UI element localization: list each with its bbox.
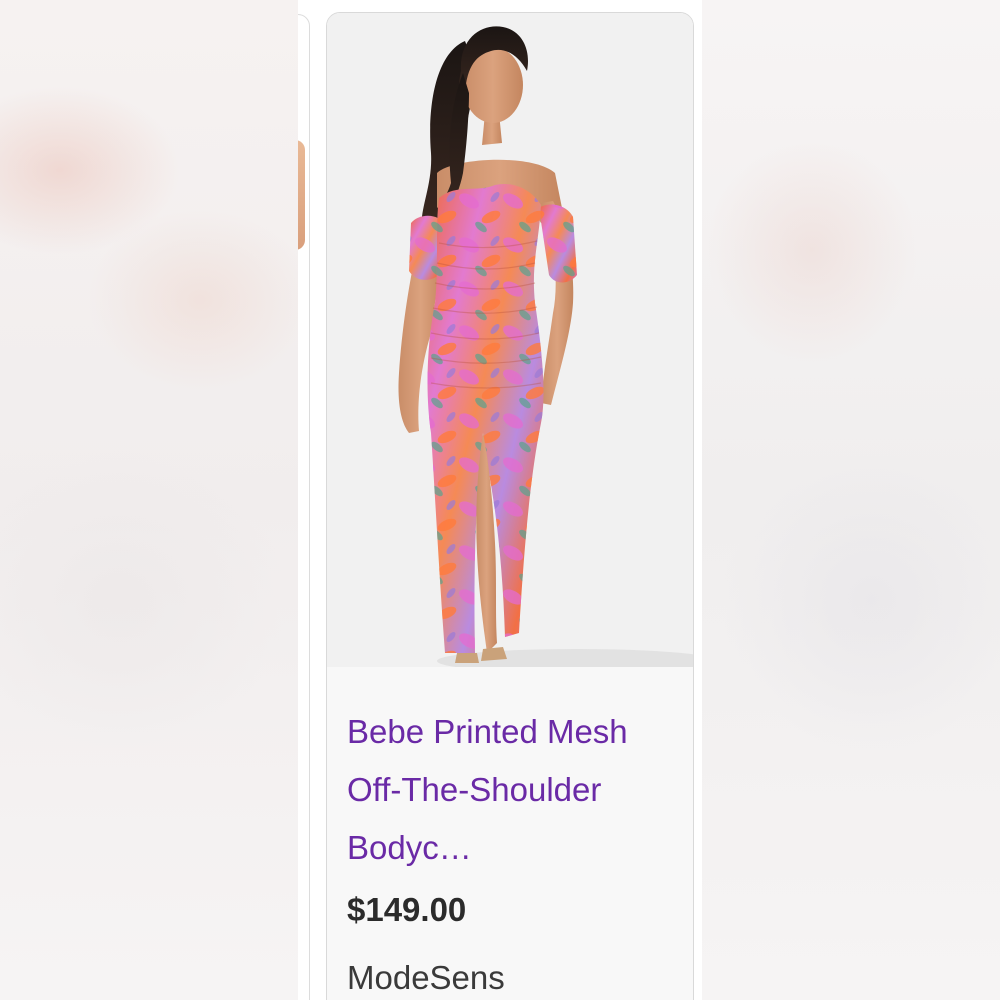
product-title-link[interactable]: Bebe Printed Mesh Off-The-Shoulder Bodyc…: [347, 703, 667, 877]
product-price: $149.00: [347, 891, 467, 928]
previous-product-image-edge: [298, 140, 305, 250]
dress-model-illustration: [327, 13, 693, 667]
product-details: Bebe Printed Mesh Off-The-Shoulder Bodyc…: [327, 667, 693, 1000]
product-card[interactable]: Bebe Printed Mesh Off-The-Shoulder Bodyc…: [326, 12, 694, 1000]
seller-name: ModeSens: [347, 959, 505, 996]
shopping-results-carousel[interactable]: Bebe Printed Mesh Off-The-Shoulder Bodyc…: [298, 0, 702, 1000]
product-image[interactable]: [327, 13, 693, 667]
previous-product-card[interactable]: [298, 14, 310, 1000]
blurred-background-left: [0, 0, 298, 1000]
blurred-background-right: [702, 0, 1000, 1000]
